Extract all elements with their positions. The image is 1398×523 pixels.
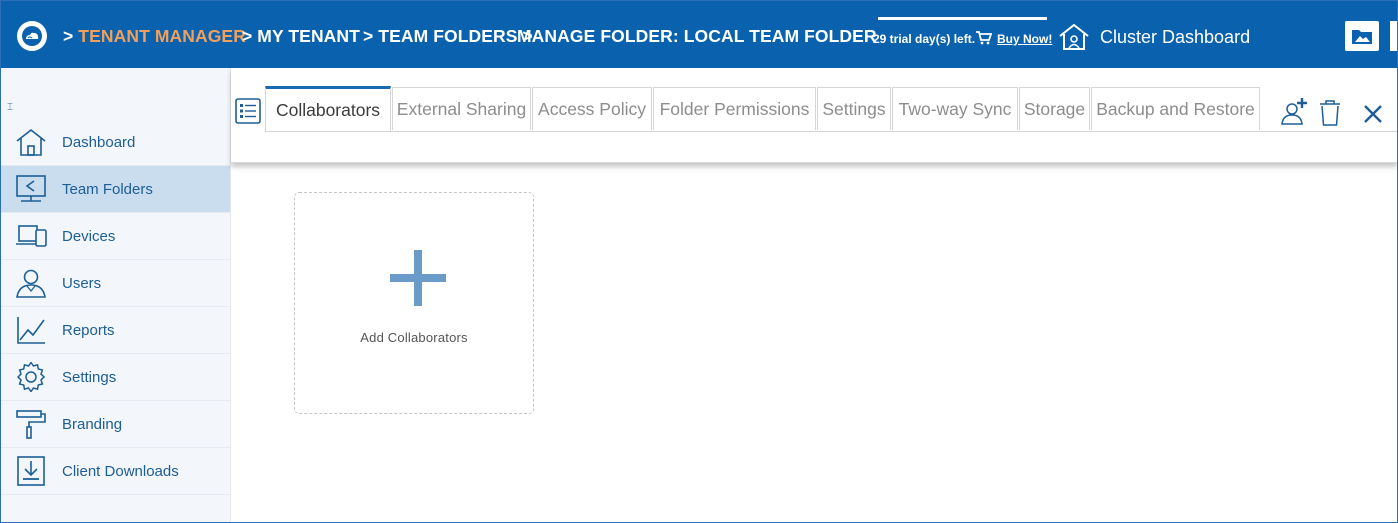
breadcrumb-team-folders[interactable]: > TEAM FOLDERS > <box>363 26 533 47</box>
cart-icon[interactable] <box>976 31 993 50</box>
sidebar-item-client-downloads[interactable]: Client Downloads <box>1 448 230 495</box>
trial-days-text: 29 trial day(s) left. <box>873 32 976 46</box>
gear-icon <box>16 362 46 392</box>
tab-collaborators[interactable]: Collaborators <box>265 86 391 131</box>
sidebar-item-branding[interactable]: Branding <box>1 401 230 448</box>
sidebar-item-reports[interactable]: Reports <box>1 307 230 354</box>
user-icon <box>16 269 46 298</box>
folder-image-button[interactable] <box>1345 21 1379 51</box>
sidebar-item-label: Users <box>62 275 102 292</box>
tab-storage[interactable]: Storage <box>1019 87 1090 130</box>
sidebar-item-label: Dashboard <box>62 134 136 151</box>
sidebar-item-label: Client Downloads <box>62 463 179 480</box>
sidebar-collapse-toggle[interactable]: ⌶ <box>7 102 13 113</box>
sidebar-item-settings[interactable]: Settings <box>1 354 230 401</box>
add-collaborators-label: Add Collaborators <box>360 330 468 345</box>
sidebar-item-label: Branding <box>62 416 123 433</box>
header-extra-button[interactable] <box>1390 21 1397 51</box>
sidebar-item-label: Settings <box>62 369 117 386</box>
sidebar-item-team-folders[interactable]: Team Folders <box>1 166 230 213</box>
add-user-icon[interactable] <box>1280 98 1308 131</box>
sidebar-item-label: Team Folders <box>62 181 153 198</box>
folder-image-icon <box>1352 30 1372 44</box>
breadcrumb-separator: > <box>63 26 79 46</box>
trial-progress-bar <box>878 17 1047 20</box>
breadcrumb-my-tenant[interactable]: > MY TENANT <box>242 26 360 47</box>
sidebar-item-label: Reports <box>62 322 115 339</box>
add-collaborators-card[interactable]: Add Collaborators <box>294 192 534 414</box>
breadcrumb-label: TENANT MANAGER <box>78 26 246 46</box>
cluster-house-icon[interactable] <box>1057 23 1091 56</box>
house-icon <box>16 128 46 156</box>
breadcrumb-manage-folder: MANAGE FOLDER: LOCAL TEAM FOLDER <box>517 26 877 46</box>
tab-folder-permissions[interactable]: Folder Permissions <box>653 87 816 130</box>
list-view-icon[interactable] <box>235 98 261 129</box>
close-icon[interactable] <box>1363 104 1383 129</box>
sidebar-item-dashboard[interactable]: Dashboard <box>1 119 230 166</box>
breadcrumb-tenant-manager[interactable]: > TENANT MANAGER <box>63 26 246 47</box>
plus-icon <box>390 250 446 311</box>
chart-icon <box>17 317 45 344</box>
buy-now-link[interactable]: Buy Now! <box>997 32 1052 46</box>
trash-icon[interactable] <box>1319 100 1341 131</box>
top-header-bar: > TENANT MANAGER > MY TENANT > TEAM FOLD… <box>1 1 1397 68</box>
paint-roller-icon <box>16 410 46 439</box>
sidebar-item-users[interactable]: Users <box>1 260 230 307</box>
sidebar: ⌶ Dashboard Team Folders Devices Users R… <box>1 68 231 522</box>
cloud-logo-icon[interactable] <box>17 21 47 51</box>
tab-external-sharing[interactable]: External Sharing <box>392 87 531 130</box>
sidebar-item-devices[interactable]: Devices <box>1 213 230 260</box>
download-icon <box>17 456 45 486</box>
tab-divider <box>265 131 1397 132</box>
tab-access-policy[interactable]: Access Policy <box>532 87 652 130</box>
app-window: > TENANT MANAGER > MY TENANT > TEAM FOLD… <box>0 0 1398 523</box>
devices-icon <box>16 225 47 247</box>
cluster-dashboard-link[interactable]: Cluster Dashboard <box>1100 27 1250 48</box>
sidebar-item-label: Devices <box>62 228 116 245</box>
tab-backup-and-restore[interactable]: Backup and Restore <box>1091 87 1260 130</box>
tab-two-way-sync[interactable]: Two-way Sync <box>892 87 1018 130</box>
share-folder-icon <box>16 175 46 202</box>
tab-settings[interactable]: Settings <box>817 87 891 130</box>
